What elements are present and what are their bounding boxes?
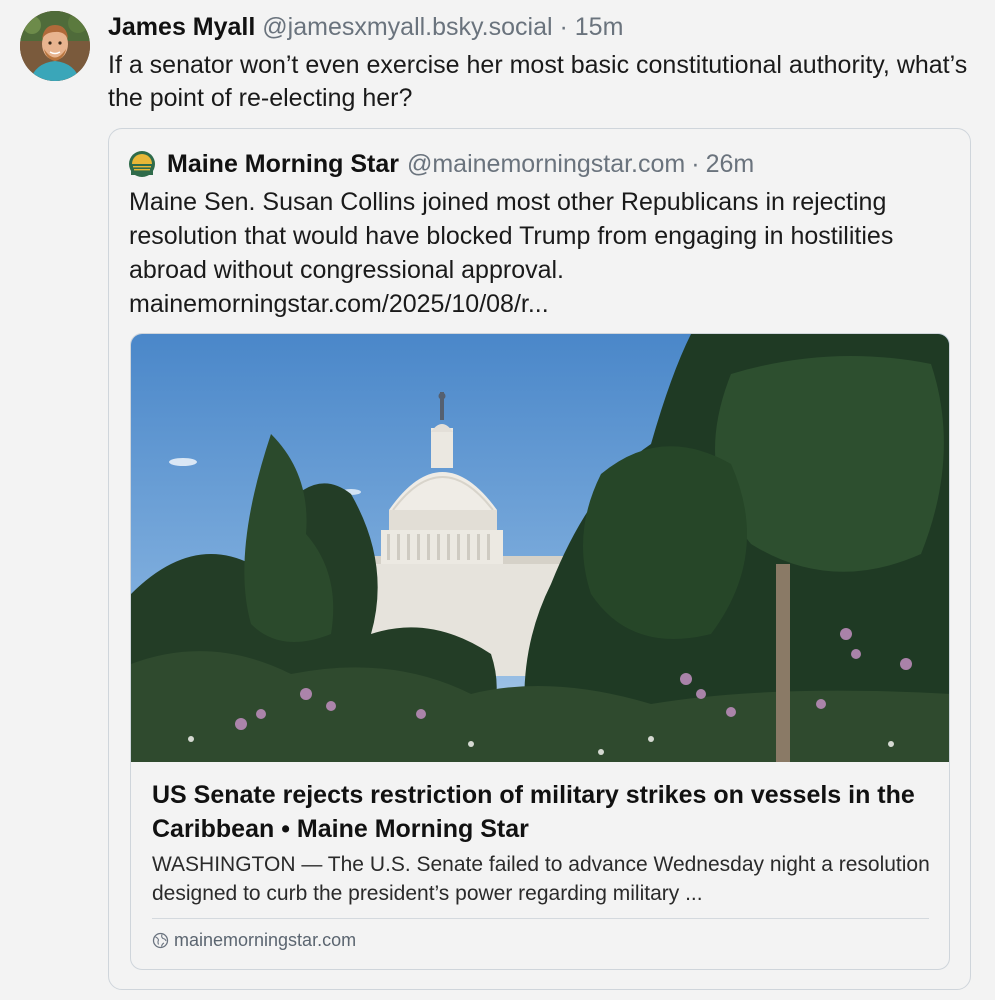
capitol-dome-photo-icon <box>131 334 949 762</box>
user-avatar-photo-icon <box>20 11 90 81</box>
post-text: If a senator won’t even exercise her mos… <box>108 51 968 112</box>
post: James Myall @jamesxmyall.bsky.social · 1… <box>0 0 995 1000</box>
link-card-domain[interactable]: mainemorningstar.com <box>174 930 356 951</box>
globe-icon <box>152 932 169 949</box>
link-card-divider <box>152 918 929 919</box>
quoted-post-body: Maine Sen. Susan Collins joined most oth… <box>129 188 894 284</box>
quoted-author-name[interactable]: Maine Morning Star <box>167 149 399 179</box>
link-card-image[interactable] <box>131 334 949 762</box>
quoted-post[interactable]: Maine Morning Star @mainemorningstar.com… <box>108 128 971 990</box>
link-card[interactable]: US Senate rejects restriction of militar… <box>130 333 950 970</box>
link-card-domain-row[interactable]: mainemorningstar.com <box>152 930 356 951</box>
sun-logo-icon[interactable] <box>129 151 155 177</box>
quoted-post-time[interactable]: 26m <box>706 149 755 179</box>
post-header: James Myall @jamesxmyall.bsky.social · 1… <box>108 12 623 42</box>
header-separator: · <box>559 13 568 41</box>
quoted-author-handle[interactable]: @mainemorningstar.com <box>407 149 685 179</box>
link-card-description: WASHINGTON — The U.S. Senate failed to a… <box>152 853 930 905</box>
author-name[interactable]: James Myall <box>108 13 255 41</box>
quoted-post-link[interactable]: mainemorningstar.com/2025/10/08/r... <box>129 287 949 321</box>
quoted-post-text: Maine Sen. Susan Collins joined most oth… <box>129 185 949 321</box>
post-time[interactable]: 15m <box>575 13 624 41</box>
author-avatar[interactable] <box>20 11 90 81</box>
author-handle[interactable]: @jamesxmyall.bsky.social <box>262 13 552 41</box>
link-card-title[interactable]: US Senate rejects restriction of militar… <box>152 778 942 846</box>
quoted-header-separator: · <box>691 150 700 178</box>
quoted-post-header: Maine Morning Star @mainemorningstar.com… <box>129 149 754 179</box>
